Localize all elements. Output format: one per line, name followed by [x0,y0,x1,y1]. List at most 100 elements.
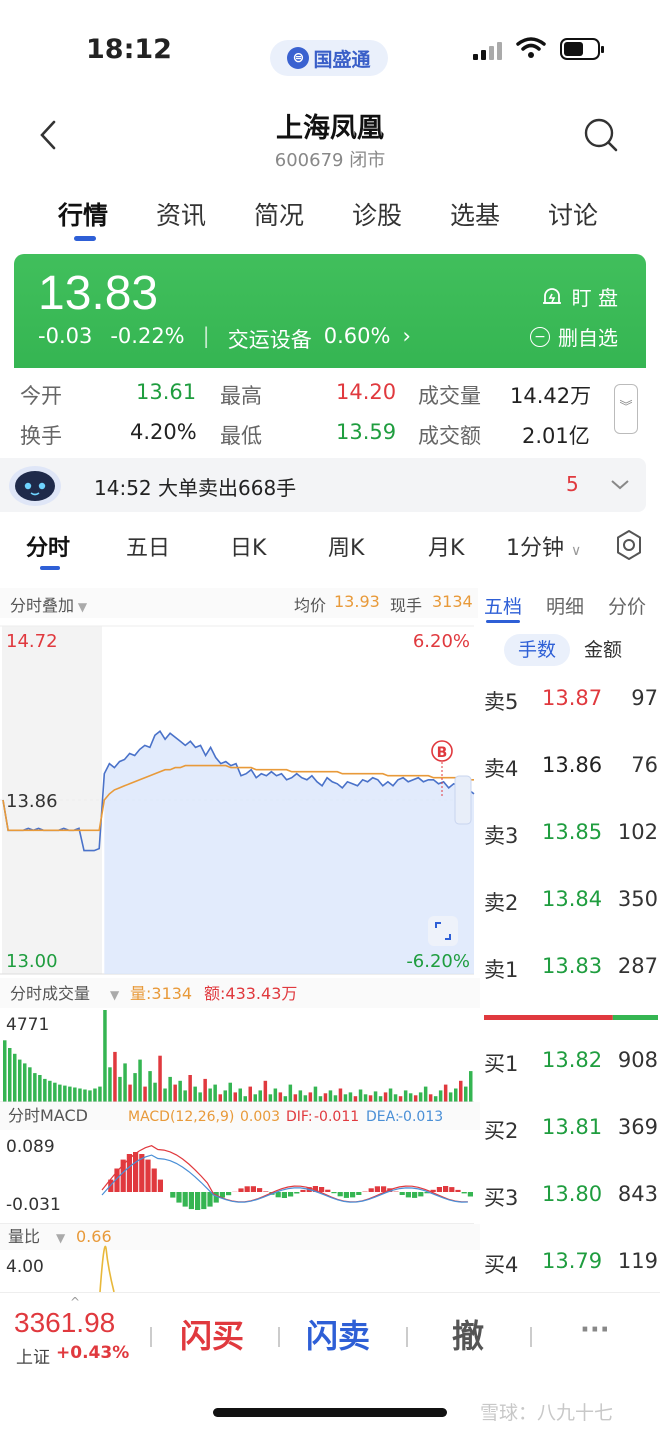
tab-funds[interactable]: 选基 [450,196,500,232]
period-tab-5day[interactable]: 五日 [126,530,170,562]
bid-row-1[interactable]: 买1 13.82 908 [484,1048,660,1078]
volume-bar [253,1094,257,1102]
search-icon[interactable] [582,116,620,154]
macd-bar [331,1192,337,1194]
volume-bar [228,1082,232,1102]
flash-sell-button[interactable]: 闪卖 [306,1311,370,1357]
tab-news[interactable]: 资讯 [156,196,206,232]
y-axis-top-label: 14.72 [6,631,58,652]
toggle-amount[interactable]: 金额 [584,634,622,666]
level-label: 买2 [484,1119,519,1143]
volume-bar [48,1080,52,1102]
volume-bar [278,1092,283,1102]
volume-bar [448,1092,453,1102]
volume-bar [393,1094,398,1102]
volume-bar [73,1087,77,1102]
overlay-dropdown[interactable]: 分时叠加 ▼ [10,592,87,616]
intraday-charts[interactable]: 14.72 13.86 13.00 6.20% -6.20% B 分时成交量 ▼… [0,618,480,1292]
pct-axis-top-label: 6.20% [413,631,470,652]
macd-bar [443,1186,449,1192]
expand-stats-button[interactable]: ︾ [614,384,638,434]
volume-bar [288,1084,293,1102]
buy-sell-ratio-bar [484,1015,658,1020]
volume-bar [13,1053,17,1102]
bid-row-2[interactable]: 买2 13.81 369 [484,1115,660,1145]
flash-buy-button[interactable]: 闪买 [180,1311,244,1357]
alert-count-badge: 5 [566,472,579,496]
open-label: 今开 [20,384,62,408]
macd-bar [412,1192,418,1198]
orderbook-tab-5level[interactable]: 五档 [484,592,522,619]
volume-bar [438,1090,443,1102]
ask-row-5[interactable]: 卖1 13.83 287 [484,954,660,984]
bid-row-3[interactable]: 买3 13.80 843 [484,1182,660,1212]
sector-name: 交运设备 [227,328,312,352]
volume-bar [133,1073,137,1102]
fullscreen-icon[interactable] [428,916,458,946]
volume-bar [3,1040,7,1102]
tab-quote[interactable]: 行情 [58,196,108,232]
volume-bar [383,1092,388,1102]
volume-bar [333,1095,338,1102]
bell-alert-icon [542,287,561,304]
volume-bar [203,1078,207,1102]
orderbook-tab-detail[interactable]: 明细 [546,592,584,619]
chart-header: 分时叠加 ▼ 均价 13.93 现手 3134 [0,588,478,618]
caret-down-icon[interactable]: ▼ [110,988,120,1002]
macd-bar [337,1192,343,1197]
caret-down-icon[interactable]: ▼ [56,1231,66,1245]
sector-pct: 0.60% [323,324,391,348]
ask-row-1[interactable]: 卖5 13.87 97 [484,686,660,716]
low-label: 最低 [220,424,262,448]
level-price: 13.87 [542,686,603,710]
volume-bar [178,1080,182,1102]
active-period-indicator [40,566,60,570]
home-indicator [213,1408,447,1417]
amount-label: 成交额 [418,424,481,448]
period-tab-weekly[interactable]: 周K [328,530,364,562]
tab-discussion[interactable]: 讨论 [548,196,598,232]
ratio-title: 量比 [8,1227,40,1246]
chevron-down-icon[interactable] [608,472,632,496]
dea-label: DEA: [366,1109,400,1125]
period-tab-daily[interactable]: 日K [230,530,266,562]
volume-bar [388,1088,393,1102]
ask-row-4[interactable]: 卖2 13.84 350 [484,887,660,917]
cancel-order-button[interactable]: 撤 [452,1311,484,1357]
volume-bar [318,1096,323,1102]
low-value: 13.59 [336,420,397,444]
macd-bar [170,1192,176,1198]
volume-bar [469,1071,473,1102]
volume-bar [188,1075,192,1102]
volume-bar [208,1088,212,1102]
app-badge[interactable]: ⊜ 国盛通 [270,40,388,76]
volume-bar [78,1088,82,1102]
period-tab-1min[interactable]: 1分钟 ∨ [506,530,581,562]
volume-bar [53,1082,57,1102]
tab-profile[interactable]: 简况 [254,196,304,232]
sector-link[interactable]: 交运设备 0.60% › [228,324,411,354]
bid-row-4[interactable]: 买4 13.79 119 [484,1249,660,1279]
volume-bar [148,1071,152,1102]
ask-row-3[interactable]: 卖3 13.85 102 [484,820,660,850]
volume-bar [118,1076,122,1102]
macd-bar [201,1192,207,1210]
macd-bar [343,1192,349,1198]
volume-label: 成交量 [418,384,481,408]
settings-gear-icon[interactable] [612,528,646,562]
period-tab-monthly[interactable]: 月K [428,530,464,562]
index-label: 上证 [16,1348,50,1368]
quote-stats: 今开 13.61 最高 14.20 成交量 14.42万 换手 4.20% 最低… [0,376,660,458]
ask-row-2[interactable]: 卖4 13.86 76 [484,753,660,783]
scroll-handle[interactable] [454,775,472,825]
period-tab-intraday[interactable]: 分时 [26,530,70,562]
volume-title: 分时成交量 [10,984,90,1003]
more-button[interactable]: ··· [580,1315,610,1345]
watch-button[interactable]: 盯 盘 [540,282,618,311]
remove-watchlist-button[interactable]: − 删自选 [530,322,618,351]
tab-diagnosis[interactable]: 诊股 [352,196,402,232]
toggle-lots[interactable]: 手数 [504,634,570,666]
status-bar: 18:12 ⊜ 国盛通 [0,0,660,96]
orderbook-tab-price[interactable]: 分价 [608,592,646,619]
big-order-alert[interactable]: 14:52 大单卖出668手 5 [0,458,646,512]
